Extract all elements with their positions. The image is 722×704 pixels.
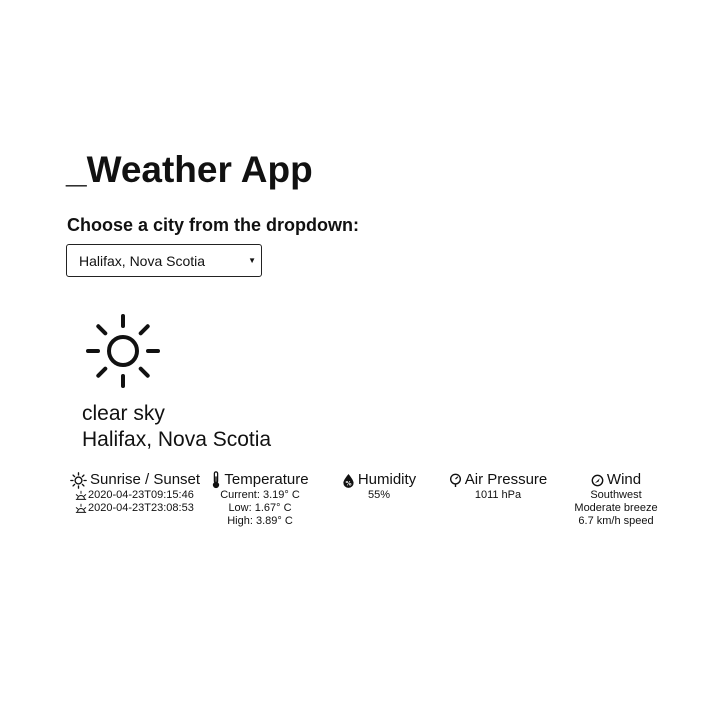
dropdown-arrow-icon: ▼: [248, 256, 256, 265]
wind-speed: 6.7 km/h speed: [578, 515, 654, 527]
wind-direction: Southwest: [590, 489, 642, 501]
wind-description: Moderate breeze: [574, 502, 658, 514]
pressure-value: 1011 hPa: [474, 489, 522, 501]
sun-icon: [86, 314, 160, 388]
weather-condition: clear sky: [82, 402, 165, 425]
sunrise-icon: [75, 490, 87, 500]
wind-stat: Wind Southwest Moderate breeze 6.7 km/h …: [566, 471, 666, 528]
sun-stat: Sunrise / Sunset 2020-04-23T09:15:46 202…: [70, 471, 200, 515]
sun-small-icon: [70, 471, 87, 489]
page-title: _Weather App: [66, 149, 313, 190]
weather-location: Halifax, Nova Scotia: [82, 428, 272, 451]
temperature-current: Current: 3.19° C: [220, 489, 300, 501]
svg-text:%: %: [345, 480, 351, 487]
thermometer-icon: [213, 471, 220, 489]
weather-page: _Weather App Choose a city from the drop…: [0, 0, 722, 704]
sun-stat-label: Sunrise / Sunset: [90, 471, 201, 488]
temperature-stat: Temperature Current: 3.19° C Low: 1.67° …: [210, 471, 310, 528]
pressure-stat-label: Air Pressure: [464, 471, 548, 488]
humidity-icon: %: [343, 473, 354, 488]
pressure-stat: Air Pressure 1011 hPa: [444, 471, 552, 502]
humidity-stat-header: % Humidity: [334, 471, 424, 489]
city-dropdown-value: Halifax, Nova Scotia: [79, 253, 206, 269]
wind-stat-header: Wind: [566, 471, 666, 489]
pressure-stat-header: Air Pressure: [444, 471, 552, 489]
humidity-value: 55%: [367, 489, 391, 501]
humidity-stat-label: Humidity: [357, 471, 417, 488]
temperature-stat-header: Temperature: [210, 471, 310, 489]
wind-compass-icon: [591, 474, 604, 486]
wind-stat-label: Wind: [606, 471, 642, 488]
city-dropdown-label: Choose a city from the dropdown:: [67, 215, 360, 235]
sun-stat-header: Sunrise / Sunset: [70, 471, 200, 489]
sunrise-time: 2020-04-23T09:15:46: [88, 489, 194, 501]
sunrise-row: 2020-04-23T09:15:46: [75, 489, 200, 502]
temperature-high: High: 3.89° C: [227, 515, 293, 527]
sunset-row: 2020-04-23T23:08:53: [75, 502, 200, 515]
sunset-time: 2020-04-23T23:08:53: [88, 502, 194, 514]
sunset-icon: [75, 503, 87, 513]
temperature-stat-label: Temperature: [224, 471, 309, 488]
humidity-stat: % Humidity 55%: [334, 471, 424, 502]
city-dropdown[interactable]: Halifax, Nova Scotia ▼: [66, 244, 262, 277]
barometer-icon: [449, 473, 461, 487]
temperature-low: Low: 1.67° C: [228, 502, 292, 514]
